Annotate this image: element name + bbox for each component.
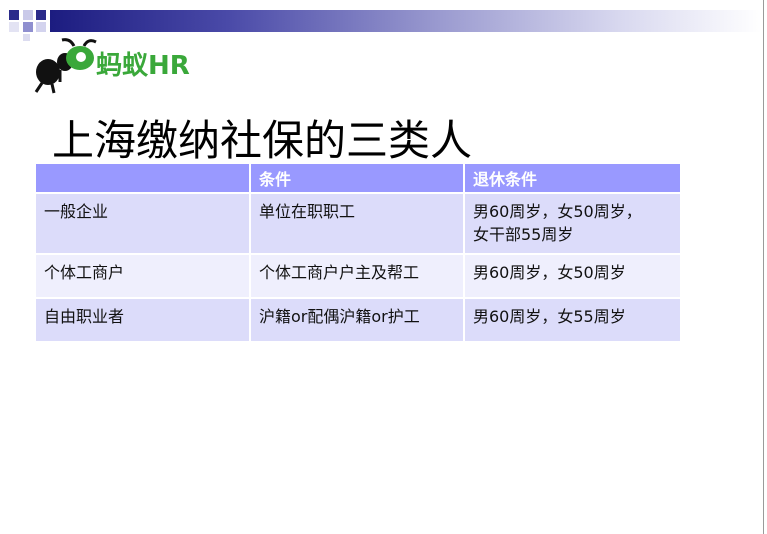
header-gradient-bar <box>50 10 762 32</box>
table-cell-line: 男60周岁，女50周岁， <box>473 202 642 221</box>
table-header-cell: 条件 <box>250 164 465 194</box>
decor-square <box>9 10 19 20</box>
table-cell: 男60周岁，女50周岁 <box>464 254 680 299</box>
table-header-cell <box>36 164 251 194</box>
decor-square <box>36 10 46 20</box>
logo-text: 蚂蚁HR <box>96 51 190 81</box>
table-cell: 自由职业者 <box>36 298 251 343</box>
table-cell: 单位在职职工 <box>250 193 465 255</box>
table-cell: 男60周岁，女55周岁 <box>464 298 680 343</box>
table-cell: 沪籍or配偶沪籍or护工 <box>250 298 465 343</box>
social-insurance-table: 条件 退休条件 一般企业 单位在职职工 男60周岁，女50周岁， 女干部55周岁… <box>36 164 680 343</box>
table-cell: 个体工商户 <box>36 254 251 299</box>
slide-border <box>763 0 764 534</box>
page-title: 上海缴纳社保的三类人 <box>52 116 473 165</box>
decor-square <box>36 22 46 32</box>
table-row: 一般企业 单位在职职工 男60周岁，女50周岁， 女干部55周岁 <box>36 193 680 255</box>
table-cell: 一般企业 <box>36 193 251 255</box>
table-cell-line: 女干部55周岁 <box>473 225 574 244</box>
decor-square <box>23 22 33 32</box>
decor-square <box>9 22 19 32</box>
decor-square <box>23 10 33 20</box>
table-row: 个体工商户 个体工商户户主及帮工 男60周岁，女50周岁 <box>36 254 680 299</box>
table-cell: 男60周岁，女50周岁， 女干部55周岁 <box>464 193 680 255</box>
table-header-row: 条件 退休条件 <box>36 164 680 194</box>
decor-square <box>23 34 30 41</box>
slide: 蚂蚁HR 上海缴纳社保的三类人 条件 退休条件 一般企业 单位在职职工 男60周… <box>0 0 767 534</box>
table-row: 自由职业者 沪籍or配偶沪籍or护工 男60周岁，女55周岁 <box>36 298 680 343</box>
table-header-cell: 退休条件 <box>464 164 680 194</box>
table-cell: 个体工商户户主及帮工 <box>250 254 465 299</box>
